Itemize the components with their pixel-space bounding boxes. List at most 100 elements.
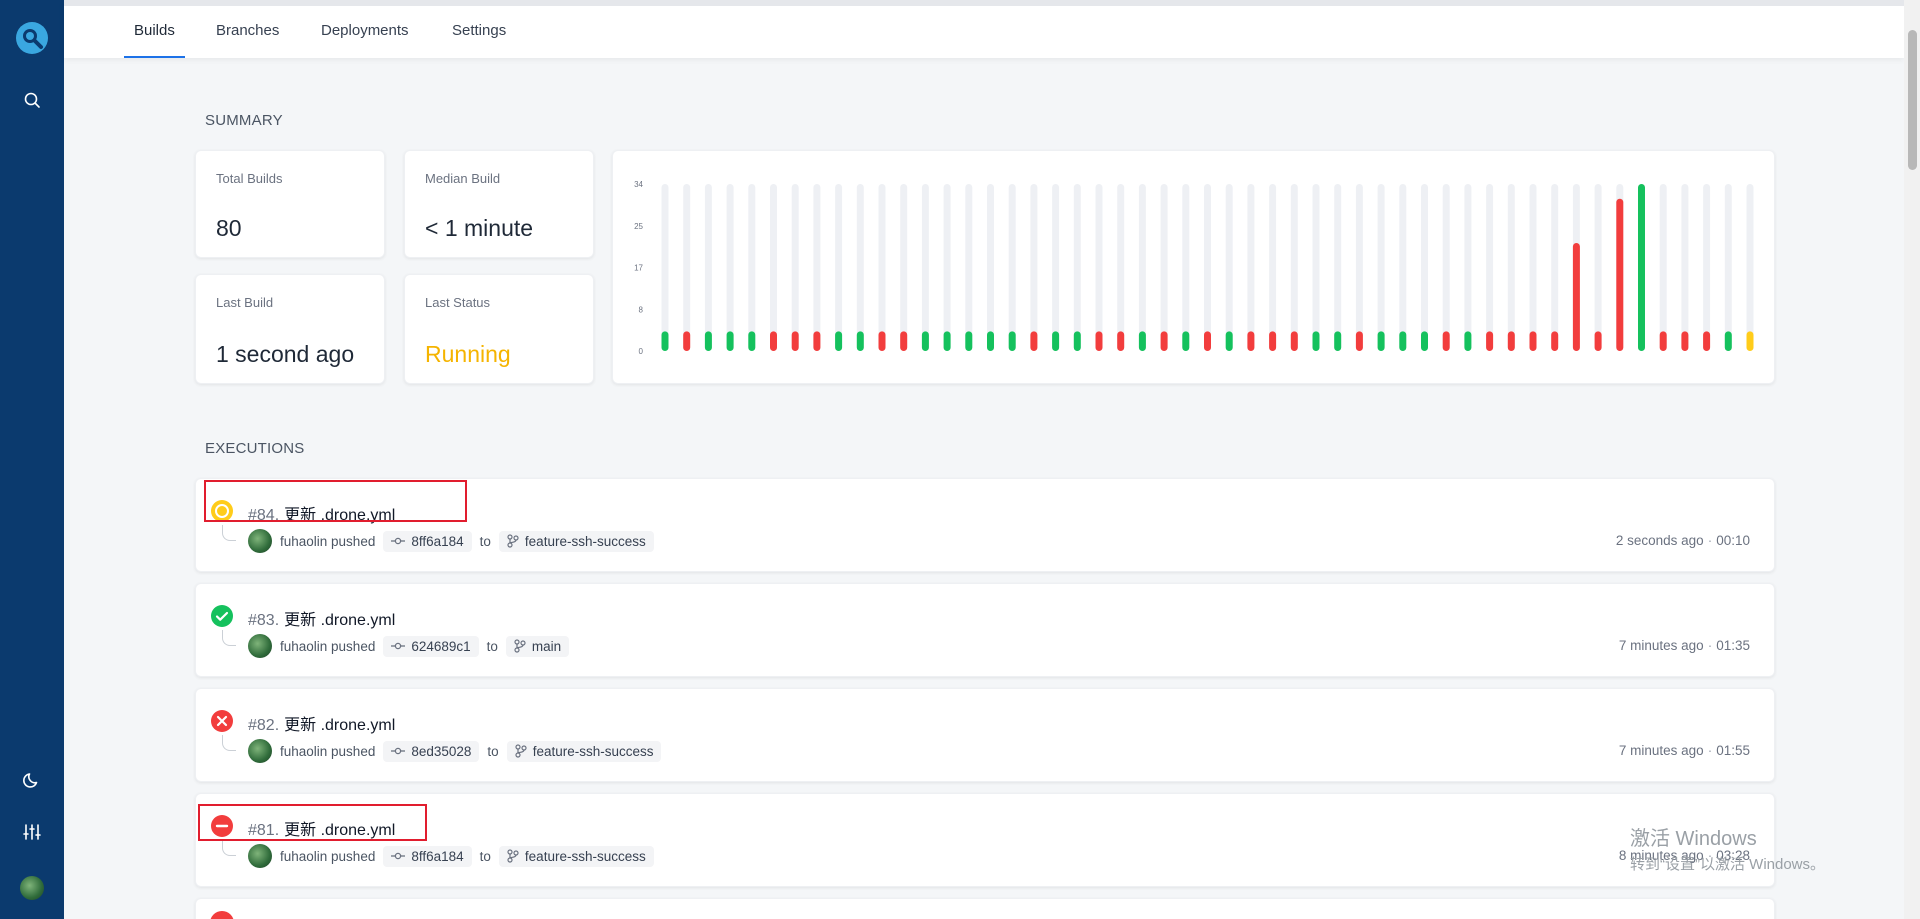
commit-pill[interactable]: 8ff6a184 [383, 530, 472, 552]
search-icon[interactable] [16, 84, 48, 116]
bar-success[interactable] [1138, 331, 1146, 351]
bar-failure[interactable] [1486, 331, 1494, 351]
bar-failure[interactable] [1529, 331, 1537, 351]
bar-track [1117, 184, 1125, 351]
bar-success[interactable] [726, 331, 734, 351]
tab-branches[interactable]: Branches [216, 22, 279, 58]
bar-track [1442, 184, 1450, 351]
bar-failure[interactable] [1551, 331, 1559, 351]
bar-track [1355, 184, 1363, 351]
time-ago: 7 minutes ago [1618, 743, 1704, 758]
separator-dot: · [1707, 638, 1713, 653]
bar-success[interactable] [704, 331, 712, 351]
to-label: to [479, 848, 491, 864]
bar-failure[interactable] [1572, 242, 1580, 351]
commit-pill[interactable]: 624689c1 [383, 635, 479, 657]
bar-failure[interactable] [1117, 331, 1125, 351]
bar-failure[interactable] [1160, 331, 1168, 351]
stat-value: 80 [216, 215, 242, 241]
bar-track [856, 184, 864, 351]
bar-failure[interactable] [1442, 331, 1450, 351]
duration: 01:55 [1716, 743, 1750, 758]
bar-track [1507, 184, 1515, 351]
bar-success[interactable] [1225, 331, 1233, 351]
bar-success[interactable] [921, 331, 929, 351]
branch-pill[interactable]: feature-ssh-success [498, 530, 654, 552]
bar-success[interactable] [1052, 331, 1060, 351]
stat-value: < 1 minute [425, 215, 534, 241]
bar-failure[interactable] [1507, 331, 1515, 351]
execution-row-partial[interactable] [195, 898, 1775, 919]
bar-success[interactable] [748, 331, 756, 351]
scrollbar-thumb[interactable] [1908, 30, 1917, 170]
bar-failure[interactable] [900, 331, 908, 351]
moon-icon[interactable] [16, 764, 48, 796]
bar-failure[interactable] [813, 331, 821, 351]
execution-time: 7 minutes ago · 01:55 [1619, 743, 1750, 758]
bar-success[interactable] [965, 331, 973, 351]
bar-success[interactable] [1724, 331, 1732, 351]
bar-success[interactable] [856, 331, 864, 351]
bar-track [1486, 184, 1494, 351]
bar-running[interactable] [1746, 331, 1754, 351]
commit-pill[interactable]: 8ed35028 [383, 740, 480, 762]
bar-failure[interactable] [1269, 331, 1277, 351]
execution-row[interactable]: #82. 更新 .drone.yml fuhaolin pushed 8ed35028… [195, 688, 1775, 782]
execution-title[interactable]: #82. 更新 .drone.yml [248, 711, 395, 735]
bar-success[interactable] [1334, 331, 1342, 351]
bar-success[interactable] [1312, 331, 1320, 351]
branch-pill[interactable]: feature-ssh-success [506, 740, 662, 762]
bar-success[interactable] [1008, 331, 1016, 351]
user-avatar[interactable] [20, 876, 44, 900]
sliders-icon[interactable] [16, 816, 48, 848]
bar-success[interactable] [1421, 331, 1428, 351]
bar-failure[interactable] [791, 331, 799, 351]
branch-pill[interactable]: feature-ssh-success [498, 845, 654, 867]
bar-failure[interactable] [1594, 331, 1602, 351]
bar-failure[interactable] [1095, 331, 1103, 351]
bar-success[interactable] [1464, 331, 1472, 351]
commit-pill[interactable]: 8ff6a184 [383, 845, 472, 867]
bar-failure[interactable] [878, 331, 886, 351]
bar-failure[interactable] [770, 331, 777, 351]
bar-track [1269, 184, 1277, 351]
execution-time: 7 minutes ago · 01:35 [1619, 638, 1750, 653]
duration: 00:10 [1716, 533, 1750, 548]
execution-row[interactable]: #81. 更新 .drone.yml fuhaolin pushed 8ff6a184… [195, 793, 1775, 887]
execution-title[interactable]: #83. 更新 .drone.yml [248, 606, 395, 630]
bar-failure[interactable] [1659, 331, 1667, 351]
to-label: to [486, 638, 498, 654]
branch-icon [507, 534, 519, 548]
bar-success[interactable] [1638, 184, 1645, 351]
bar-failure[interactable] [683, 331, 691, 351]
bar-failure[interactable] [1355, 331, 1363, 351]
tab-deployments[interactable]: Deployments [321, 22, 409, 58]
bar-failure[interactable] [1030, 331, 1038, 351]
bar-success[interactable] [1182, 331, 1190, 351]
bar-success[interactable] [987, 331, 994, 351]
bar-failure[interactable] [1616, 198, 1624, 351]
bar-track [1746, 184, 1754, 351]
bar-track [1421, 184, 1428, 351]
bar-success[interactable] [835, 331, 843, 351]
bar-success[interactable] [1399, 331, 1407, 351]
scrollbar[interactable] [1904, 0, 1920, 919]
branch-pill[interactable]: main [505, 635, 570, 657]
bar-failure[interactable] [1703, 331, 1711, 351]
bar-failure[interactable] [1247, 331, 1255, 351]
bar-track [1551, 184, 1559, 351]
bar-success[interactable] [943, 331, 951, 351]
drone-logo-icon[interactable] [14, 20, 50, 56]
tab-settings[interactable]: Settings [452, 22, 506, 58]
tab-builds[interactable]: Builds [124, 22, 185, 58]
bar-failure[interactable] [1290, 331, 1298, 351]
bar-failure[interactable] [1204, 331, 1211, 351]
bar-success[interactable] [1073, 331, 1081, 351]
bar-success[interactable] [1377, 331, 1385, 351]
bar-track [683, 184, 691, 351]
summary-heading: SUMMARY [205, 112, 283, 129]
bar-success[interactable] [661, 331, 669, 351]
execution-row[interactable]: #83. 更新 .drone.yml fuhaolin pushed 624689c1… [195, 583, 1775, 677]
stat-label: Last Status [425, 295, 491, 310]
bar-failure[interactable] [1681, 331, 1689, 351]
